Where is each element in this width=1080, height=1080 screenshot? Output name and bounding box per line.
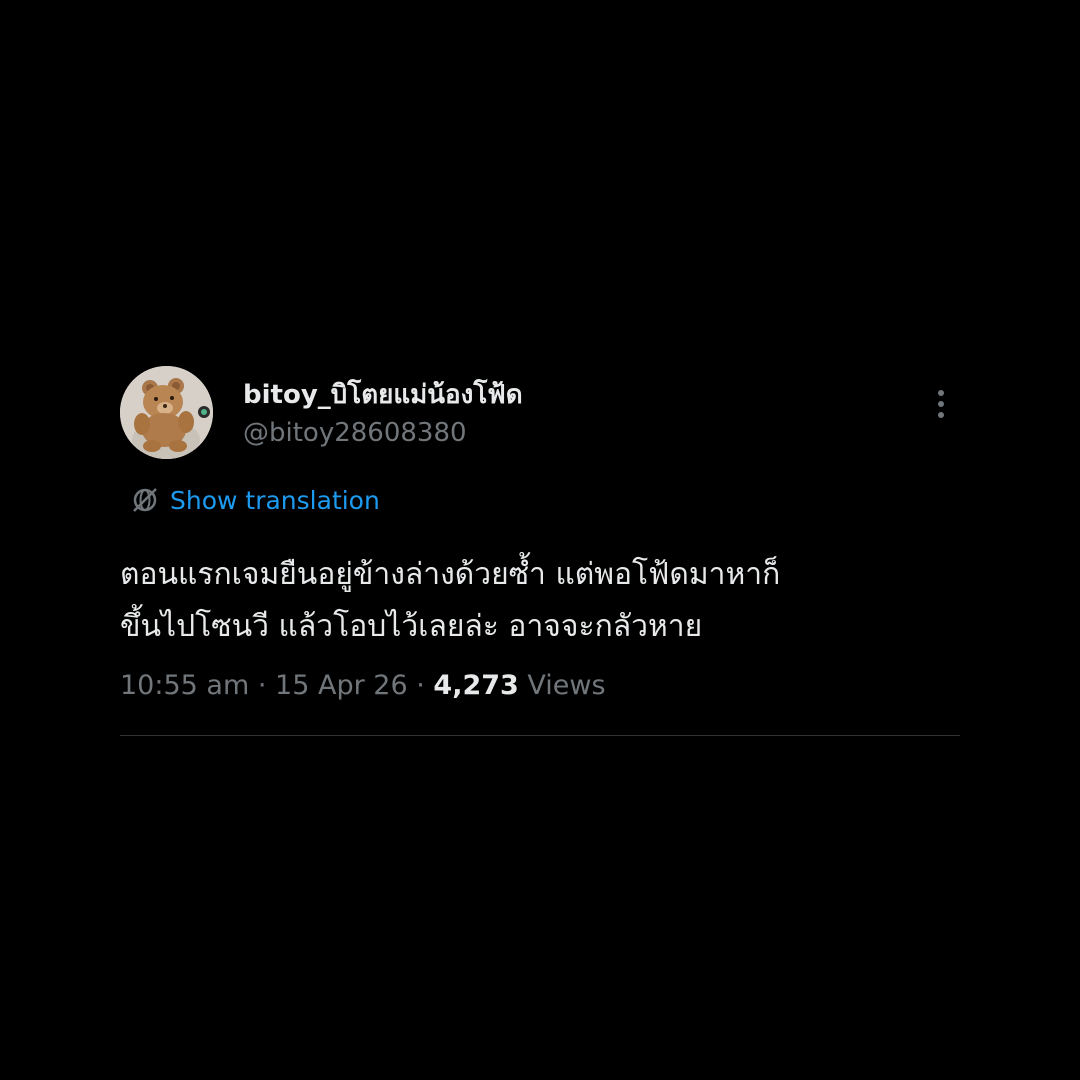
translate-globe-icon (133, 488, 157, 512)
avatar[interactable] (120, 366, 213, 459)
meta-separator: · (257, 670, 267, 701)
views-count[interactable]: 4,273 (433, 670, 518, 701)
tweet-text-line: ขึ้นไปโซนวี แล้วโอบไว้เลยล่ะ อาจจะกลัวหา… (120, 609, 703, 644)
tweet-time[interactable]: 10:55 am (120, 670, 249, 701)
show-translation-label: Show translation (170, 485, 380, 515)
show-translation-button[interactable]: Show translation (130, 483, 380, 517)
teddy-bear-icon (120, 366, 213, 459)
more-vertical-icon (938, 390, 944, 418)
tweet-text-line: ตอนแรกเจมยืนอยู่ข้างล่างด้วยซ้ำ แต่พอโฟ้… (120, 557, 781, 592)
tweet-card: bitoy_บิโตยแม่น้องโฟ้ด @bitoy28608380 Sh… (120, 366, 960, 738)
tweet-text: ตอนแรกเจมยืนอยู่ข้างล่างด้วยซ้ำ แต่พอโฟ้… (120, 549, 960, 653)
meta-separator: · (416, 670, 425, 701)
more-options-button[interactable] (926, 388, 956, 422)
tweet-date[interactable]: 15 Apr 26 (275, 670, 408, 701)
views-label: Views (527, 670, 606, 701)
user-handle[interactable]: @bitoy28608380 (243, 416, 467, 450)
tweet-meta: 10:55 am · 15 Apr 26 · 4,273 Views (120, 668, 606, 704)
divider (120, 735, 960, 736)
display-name[interactable]: bitoy_บิโตยแม่น้องโฟ้ด (243, 378, 523, 412)
